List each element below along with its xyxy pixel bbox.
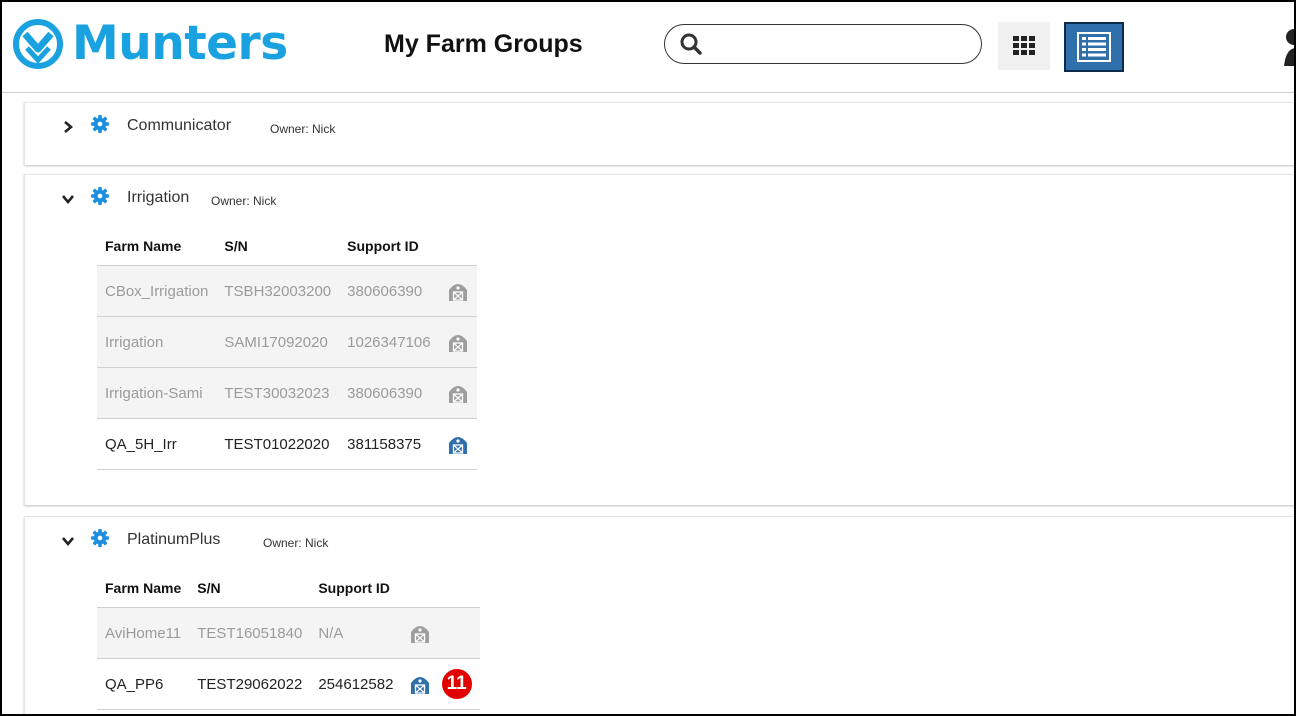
serial-number: SAMI17092020 [216,316,340,368]
farm-name[interactable]: CBox_Irrigation [97,265,217,317]
group-header[interactable]: PlatinumPlus Owner: Nick [25,517,1294,567]
page-title: My Farm Groups [384,30,583,58]
column-header-support-id[interactable]: Support ID [310,569,402,608]
callout-badge: 11 [441,669,472,699]
table-row[interactable]: Irrigation SAMI17092020 1026347106 [97,316,477,368]
munters-logo[interactable]: Munters [12,14,288,74]
barn-icon[interactable] [447,280,469,302]
farm-name[interactable]: Irrigation [97,316,217,368]
serial-number: TEST30032023 [216,367,340,419]
farms-table: Farm Name S/N Support ID AviHome11 TEST1… [97,569,480,710]
group-header[interactable]: Irrigation Owner: Nick [25,175,1294,225]
barn-icon[interactable] [447,331,469,353]
farm-group-platinumplus: PlatinumPlus Owner: Nick Farm Name S/N S… [24,516,1294,714]
table-row[interactable]: CBox_Irrigation TSBH32003200 380606390 [97,265,477,317]
barn-cell [438,265,477,317]
serial-number: TSBH32003200 [216,265,340,317]
barn-cell [401,607,480,659]
column-header-sn[interactable]: S/N [189,569,311,608]
header-divider [2,92,1294,93]
group-header[interactable]: Communicator Owner: Nick [25,103,1294,153]
support-id: 381158375 [339,418,439,470]
serial-number: TEST29062022 [189,658,311,710]
gear-icon[interactable] [91,529,109,547]
barn-icon[interactable] [447,433,469,455]
grid-view-icon [1013,36,1035,55]
barn-cell [438,367,477,419]
column-header-farm-name[interactable]: Farm Name [97,227,217,266]
column-header-sn[interactable]: S/N [216,227,340,266]
support-id: 380606390 [339,367,439,419]
table-row[interactable]: Irrigation-Sami TEST30032023 380606390 [97,367,477,419]
table-row[interactable]: AviHome11 TEST16051840 N/A [97,607,480,659]
chevron-right-icon[interactable] [61,120,75,134]
table-row[interactable]: QA_PP6 TEST29062022 254612582 11 [97,658,480,710]
list-view-button[interactable] [1064,22,1124,72]
support-id: 1026347106 [339,316,439,368]
brand-name: Munters [72,16,288,71]
barn-icon[interactable] [409,622,431,644]
farm-name[interactable]: QA_5H_Irr [97,418,217,470]
group-name[interactable]: Communicator [127,117,231,135]
table-header-row: Farm Name S/N Support ID [97,569,480,608]
farm-group-communicator: Communicator Owner: Nick [24,102,1294,165]
farms-table: Farm Name S/N Support ID CBox_Irrigation… [97,227,477,470]
column-header-farm-name[interactable]: Farm Name [97,569,190,608]
support-id: 254612582 [310,658,402,710]
header: Munters My Farm Groups [2,2,1294,92]
search-icon [680,33,702,55]
support-id: 380606390 [339,265,439,317]
column-header-support-id[interactable]: Support ID [339,227,439,266]
table-row[interactable]: QA_5H_Irr TEST01022020 381158375 [97,418,477,470]
farm-group-irrigation: Irrigation Owner: Nick Farm Name S/N Sup… [24,174,1294,505]
table-header-row: Farm Name S/N Support ID [97,227,477,266]
search-input[interactable] [709,31,973,59]
group-name[interactable]: Irrigation [127,189,189,207]
column-header-actions [401,569,480,608]
barn-cell [438,418,477,470]
column-header-actions [438,227,477,266]
farm-name[interactable]: AviHome11 [97,607,190,659]
gear-icon[interactable] [91,187,109,205]
gear-icon[interactable] [91,115,109,133]
chevron-down-icon[interactable] [61,192,75,206]
farm-name[interactable]: Irrigation-Sami [97,367,217,419]
group-name[interactable]: PlatinumPlus [127,531,220,549]
serial-number: TEST16051840 [189,607,311,659]
app-frame: Munters My Farm Groups Communicator Owne… [0,0,1296,716]
barn-cell: 11 [401,658,480,710]
chevron-down-icon[interactable] [61,534,75,548]
support-id: N/A [310,607,402,659]
user-icon[interactable] [1282,28,1296,66]
list-view-icon [1077,32,1111,62]
grid-view-button[interactable] [998,22,1050,70]
barn-icon[interactable] [409,673,431,695]
search-box[interactable] [664,24,982,64]
munters-logo-icon [13,19,63,69]
group-owner: Owner: Nick [263,536,329,550]
barn-cell [438,316,477,368]
group-owner: Owner: Nick [270,122,336,136]
barn-icon[interactable] [447,382,469,404]
serial-number: TEST01022020 [216,418,340,470]
group-owner: Owner: Nick [211,194,277,208]
farm-name[interactable]: QA_PP6 [97,658,190,710]
